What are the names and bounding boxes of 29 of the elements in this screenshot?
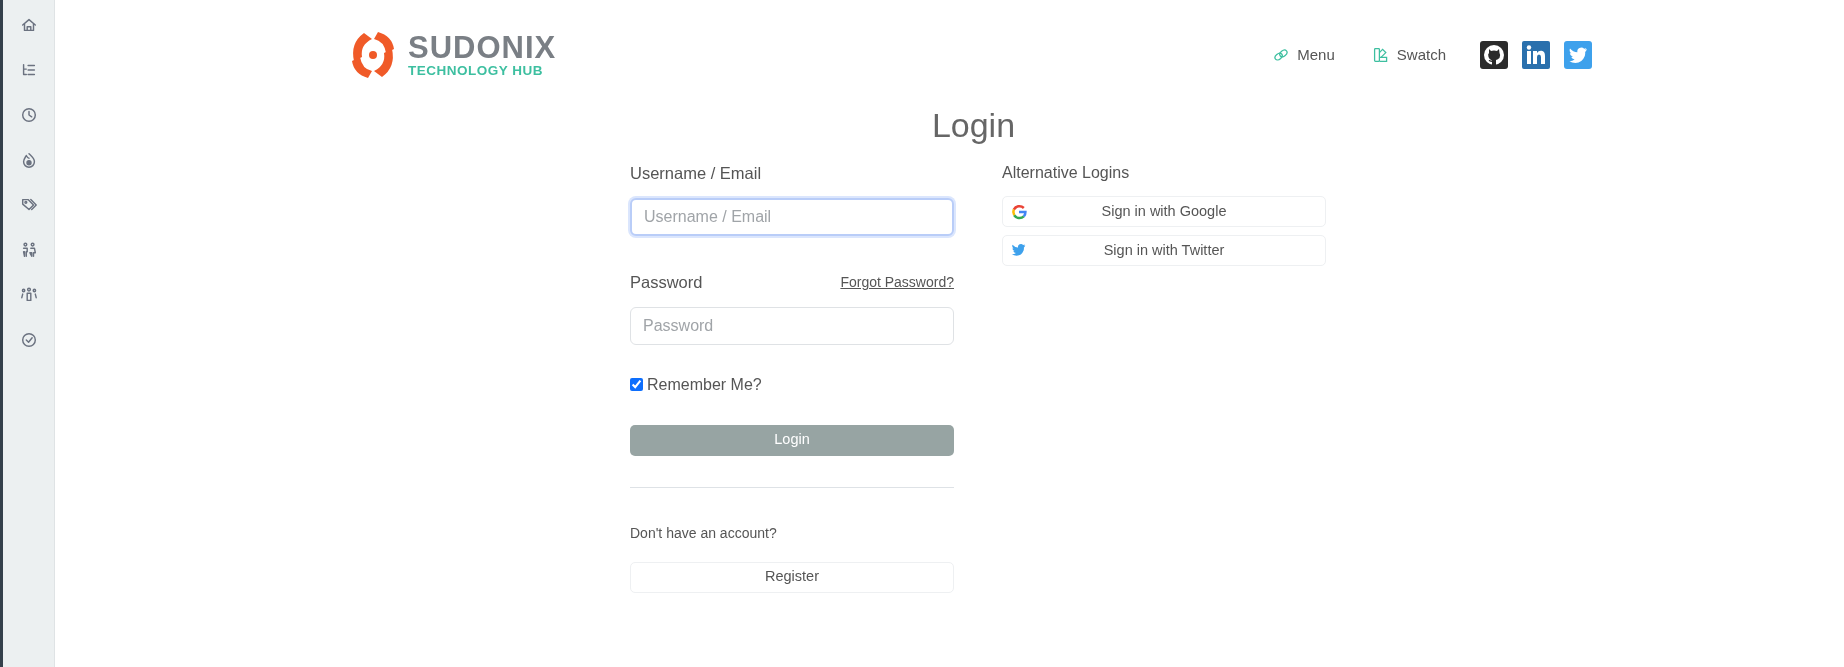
- nav-link[interactable]: Swatch: [1372, 43, 1446, 67]
- section-heading: Alternative Logins: [1002, 163, 1131, 183]
- group-icon[interactable]: [19, 286, 38, 304]
- password-field[interactable]: Password: [630, 306, 954, 345]
- social-login-button[interactable]: Sign in with Google: [1002, 196, 1326, 227]
- checkbox-label: Remember Me?: [647, 374, 762, 395]
- field-label: Password: [630, 271, 703, 293]
- octocat-icon[interactable]: [1480, 41, 1508, 69]
- register-button[interactable]: Register: [630, 561, 954, 593]
- page-title: Login: [930, 105, 1017, 146]
- linkedin-icon[interactable]: [1522, 41, 1550, 69]
- bird-icon[interactable]: [1564, 41, 1592, 69]
- register-prompt: Don't have an account?: [630, 523, 778, 543]
- social-login-button[interactable]: Sign in with Twitter: [1002, 235, 1326, 266]
- logo-name: SUDONIX: [408, 32, 557, 64]
- check-circle-icon[interactable]: [19, 331, 38, 349]
- remember-checkbox[interactable]: [630, 378, 643, 391]
- field-label: Username / Email: [630, 163, 763, 184]
- logo-icon: [350, 31, 396, 79]
- link-icon: [1273, 47, 1290, 63]
- nav-link[interactable]: Menu: [1273, 43, 1335, 67]
- home-icon[interactable]: [19, 16, 38, 34]
- logo-tagline: TECHNOLOGY HUB: [408, 64, 544, 78]
- swatch-icon: [1372, 47, 1389, 63]
- clock-icon[interactable]: [19, 106, 38, 124]
- username-field[interactable]: Username / Email: [630, 197, 954, 236]
- forgot-password-link[interactable]: Forgot Password?: [840, 271, 954, 293]
- bird-icon: [1011, 243, 1026, 257]
- google-g-icon: [1011, 204, 1027, 220]
